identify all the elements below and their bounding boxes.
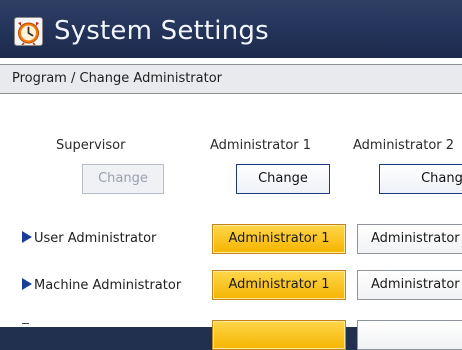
triangle-bullet-icon (22, 231, 32, 243)
column-label-administrator-1: Administrator 1 (210, 138, 312, 153)
breadcrumb-bar: Program / Change Administrator (0, 64, 462, 94)
administrator-1-change-button[interactable]: Change (236, 164, 330, 194)
row-label-machine-administrator: Machine Administrator (22, 278, 181, 293)
administrator-2-change-button[interactable]: Change (379, 164, 462, 194)
next-row-selected-button[interactable] (212, 320, 346, 350)
row-label-user-administrator: User Administrator (22, 231, 156, 246)
machine-administrator-option-button[interactable]: Administrator (357, 270, 462, 300)
column-label-administrator-2: Administrator 2 (353, 138, 455, 153)
clock-icon (14, 17, 43, 46)
machine-administrator-selected-button[interactable]: Administrator 1 (212, 270, 346, 300)
window-title: System Settings (54, 16, 269, 46)
next-row-option-button[interactable] (357, 320, 462, 350)
settings-panel: Program / Change Administrator Superviso… (0, 58, 462, 350)
triangle-bullet-icon (22, 278, 32, 290)
title-bar: System Settings (0, 0, 462, 58)
partial-row-label (22, 323, 29, 328)
user-administrator-option-button[interactable]: Administrator (357, 224, 462, 254)
column-label-supervisor: Supervisor (56, 138, 126, 153)
supervisor-change-button: Change (82, 164, 164, 194)
user-administrator-selected-button[interactable]: Administrator 1 (212, 224, 346, 254)
breadcrumb: Program / Change Administrator (12, 71, 223, 86)
